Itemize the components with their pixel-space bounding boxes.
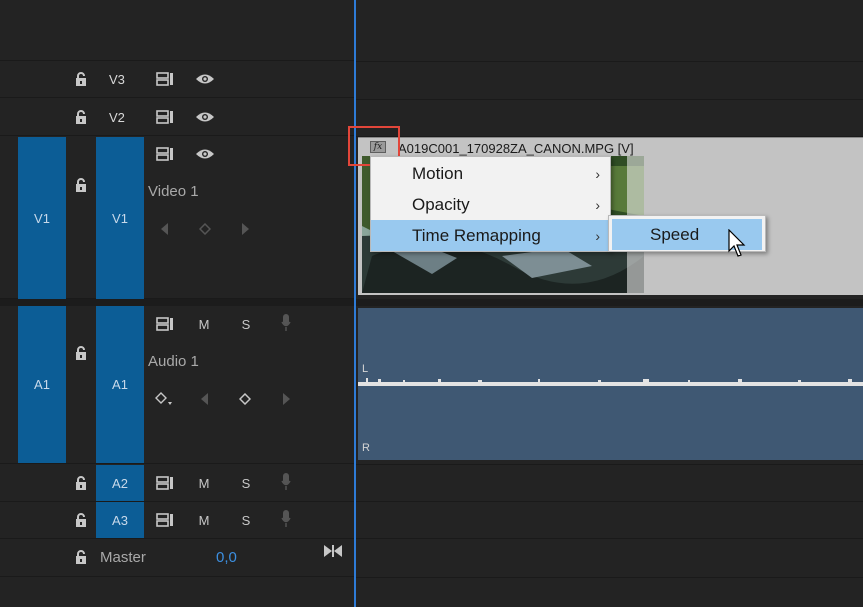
- track-name-v1[interactable]: Video 1: [148, 183, 199, 200]
- master-track-name: Master: [100, 549, 146, 566]
- keyframe-mode-icon[interactable]: [153, 390, 175, 408]
- eye-icon[interactable]: [193, 108, 217, 126]
- microphone-icon[interactable]: [278, 508, 294, 530]
- sync-lock-icon[interactable]: [155, 70, 175, 88]
- mouse-cursor-icon: [728, 228, 748, 259]
- add-keyframe-icon[interactable]: [197, 221, 213, 237]
- track-label-v2[interactable]: V2: [109, 110, 125, 125]
- sync-lock-icon[interactable]: [155, 108, 175, 126]
- sync-lock-icon[interactable]: [155, 474, 175, 492]
- lane-separator: [355, 99, 863, 100]
- track-header-master: Master 0,0: [0, 539, 355, 577]
- next-keyframe-icon[interactable]: [279, 391, 293, 407]
- playhead-line[interactable]: [354, 0, 356, 607]
- fx-context-menu: Motion › Opacity › Time Remapping ›: [370, 156, 611, 252]
- submenu-arrow-icon: ›: [595, 227, 600, 244]
- lock-icon[interactable]: [73, 343, 89, 363]
- lock-icon[interactable]: [73, 547, 89, 567]
- track-header-v3: V3: [0, 61, 355, 98]
- menu-item-label: Speed: [650, 224, 700, 244]
- lane-separator: [355, 538, 863, 539]
- audio-channel-right: R: [358, 386, 863, 460]
- add-keyframe-icon[interactable]: [237, 391, 253, 407]
- eye-icon[interactable]: [193, 145, 217, 163]
- lock-icon[interactable]: [73, 107, 89, 127]
- mute-button[interactable]: M: [196, 315, 212, 333]
- solo-button[interactable]: S: [238, 315, 254, 333]
- menu-item-time-remapping[interactable]: Time Remapping ›: [371, 220, 610, 251]
- track-target-a3[interactable]: A3: [96, 502, 144, 538]
- clip-title: A019C001_170928ZA_CANON.MPG [V]: [398, 141, 634, 156]
- video-audio-divider: [355, 299, 863, 306]
- header-top-spacer: [0, 0, 355, 61]
- source-patch-v1[interactable]: V1: [18, 137, 66, 299]
- track-headers: V3 V2 V1 V1 Video 1 A1 A1 M S Audio 1 A2…: [0, 0, 355, 607]
- menu-item-opacity[interactable]: Opacity ›: [371, 189, 610, 220]
- previous-keyframe-icon[interactable]: [158, 221, 172, 237]
- menu-item-label: Time Remapping: [412, 225, 541, 245]
- audio-clip[interactable]: fx L R: [358, 308, 863, 460]
- submenu-arrow-icon: ›: [595, 196, 600, 213]
- previous-keyframe-icon[interactable]: [198, 391, 212, 407]
- lane-separator: [355, 464, 863, 465]
- master-volume-value[interactable]: 0,0: [216, 549, 237, 566]
- lock-icon[interactable]: [73, 510, 89, 530]
- track-name-a1[interactable]: Audio 1: [148, 353, 199, 370]
- solo-button[interactable]: S: [238, 474, 254, 492]
- lane-separator: [355, 501, 863, 502]
- mute-button[interactable]: M: [196, 474, 212, 492]
- source-patch-a1[interactable]: A1: [18, 306, 66, 463]
- track-label-v3[interactable]: V3: [109, 72, 125, 87]
- sync-lock-icon[interactable]: [155, 511, 175, 529]
- lock-icon[interactable]: [73, 69, 89, 89]
- audio-channel-left: L: [358, 308, 863, 384]
- track-header-a2: A2 M S: [0, 465, 355, 502]
- next-keyframe-icon[interactable]: [238, 221, 252, 237]
- microphone-icon[interactable]: [278, 312, 294, 334]
- track-target-a1[interactable]: A1: [96, 306, 144, 463]
- track-header-v1: V1 V1 Video 1: [0, 137, 355, 299]
- channel-label-right: R: [362, 442, 370, 454]
- video-audio-divider[interactable]: [0, 299, 355, 306]
- track-target-v1[interactable]: V1: [96, 137, 144, 299]
- microphone-icon[interactable]: [278, 471, 294, 493]
- track-target-a2[interactable]: A2: [96, 465, 144, 501]
- lock-icon[interactable]: [73, 175, 89, 195]
- sync-lock-icon[interactable]: [155, 145, 175, 163]
- track-header-v2: V2: [0, 99, 355, 136]
- sync-lock-icon[interactable]: [155, 315, 175, 333]
- submenu-arrow-icon: ›: [595, 165, 600, 182]
- track-header-a3: A3 M S: [0, 502, 355, 539]
- lane-separator: [355, 61, 863, 62]
- menu-item-label: Motion: [412, 163, 464, 183]
- track-header-a1: A1 A1 M S Audio 1: [0, 306, 355, 464]
- mute-button[interactable]: M: [196, 511, 212, 529]
- menu-item-label: Opacity: [412, 194, 470, 214]
- menu-item-motion[interactable]: Motion ›: [371, 158, 610, 189]
- go-to-out-icon[interactable]: [323, 543, 343, 559]
- lock-icon[interactable]: [73, 473, 89, 493]
- eye-icon[interactable]: [193, 70, 217, 88]
- solo-button[interactable]: S: [238, 511, 254, 529]
- timeline-area[interactable]: fx A019C001_170928ZA_CANON.MPG [V] fx L: [355, 0, 863, 607]
- lane-separator: [355, 577, 863, 578]
